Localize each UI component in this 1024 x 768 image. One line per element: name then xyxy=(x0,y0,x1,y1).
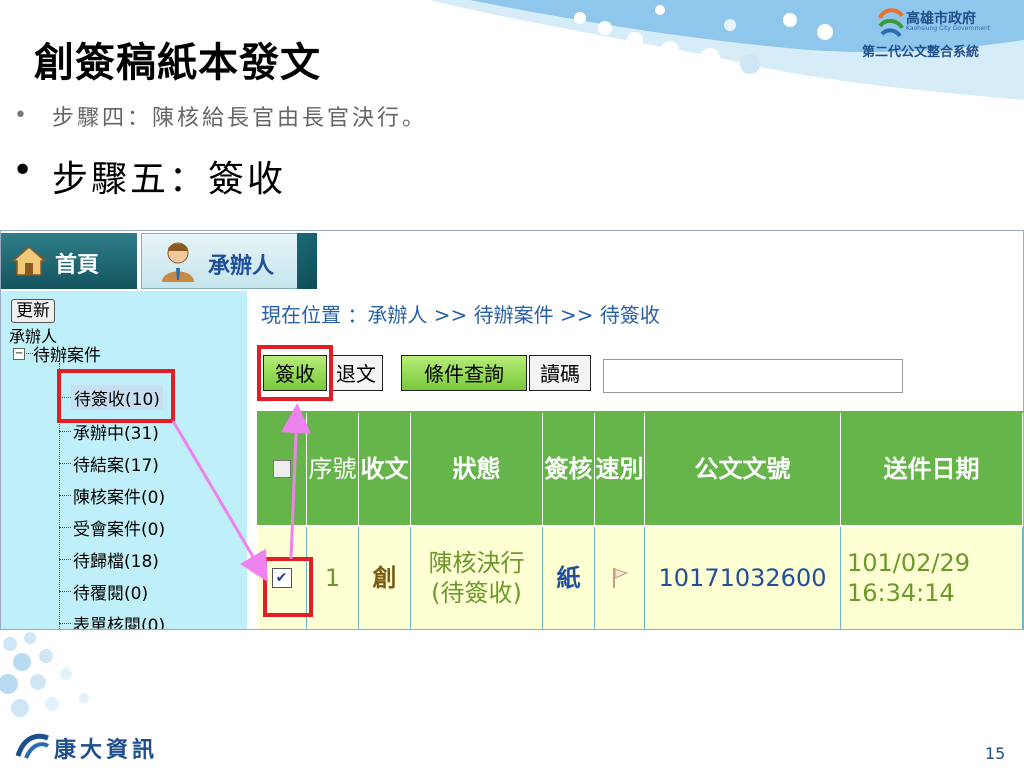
instruction-arrows xyxy=(171,403,312,583)
footer-decoration xyxy=(0,632,89,717)
footer-company: 康大資訊 xyxy=(54,738,159,763)
app-screenshot: 首頁 承辦人 更新 承辦人 − 待辦案件 待簽收(10) 承辦中(31) 待結案… xyxy=(0,230,1024,630)
system-name: 第二代公文整合系統 xyxy=(862,45,980,60)
bullet-dot: • xyxy=(14,103,27,128)
bullet-step-four: 步驟四：陳核給長官由長官決行。 xyxy=(52,106,428,131)
bullet-step-five: 步驟五：簽收 xyxy=(52,159,287,200)
bullet-dot: • xyxy=(12,150,34,191)
company-logo-icon xyxy=(15,733,50,759)
slide-title: 創簽稿紙本發文 xyxy=(34,39,321,86)
page-number: 15 xyxy=(985,744,1006,763)
kaohsiung-logo-icon xyxy=(878,8,904,38)
gov-english: Kaohsiung City Government xyxy=(906,25,991,32)
